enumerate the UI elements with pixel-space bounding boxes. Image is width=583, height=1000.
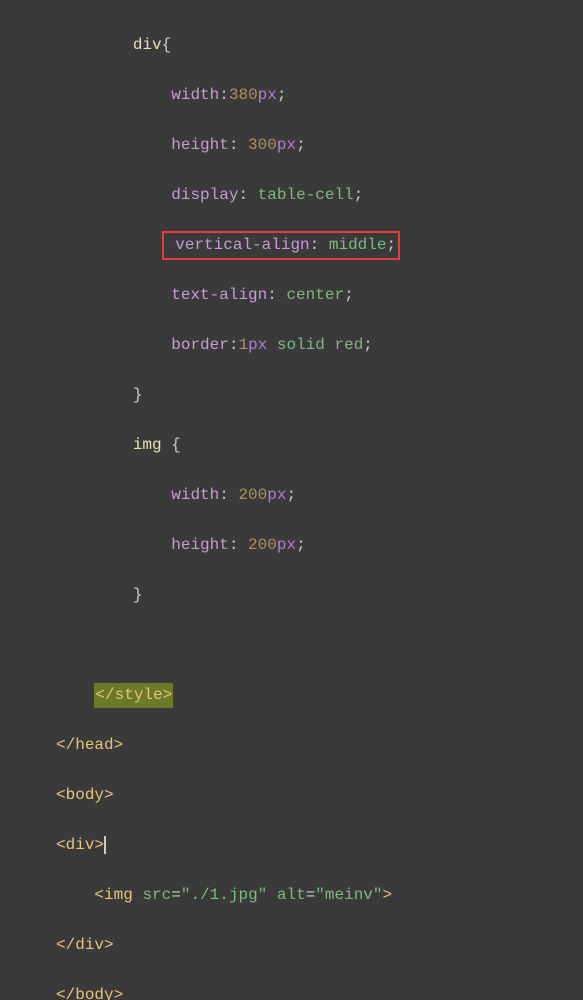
red-highlight-box: vertical-align: middle; [162,231,400,260]
code-editor: div{ width:380px; height: 300px; display… [0,0,583,1000]
code-line: height: 300px; [0,133,583,158]
code-line: </body> [0,983,583,1000]
code-line: </head> [0,733,583,758]
highlighted-line: vertical-align: middle; [0,233,583,258]
green-highlight-box: </style> [94,683,173,708]
selector: div [133,36,162,54]
code-line: <body> [0,783,583,808]
code-line: display: table-cell; [0,183,583,208]
cursor-icon [104,836,106,854]
code-line: width: 200px; [0,483,583,508]
code-line: img { [0,433,583,458]
code-line: </div> [0,933,583,958]
code-line: div{ [0,33,583,58]
code-line: <div> [0,833,583,858]
code-line: border:1px solid red; [0,333,583,358]
code-line [0,633,583,658]
code-line: text-align: center; [0,283,583,308]
code-line: } [0,583,583,608]
code-line: width:380px; [0,83,583,108]
code-line: </style> [0,683,583,708]
code-line: <img src="./1.jpg" alt="meinv"> [0,883,583,908]
code-line: } [0,383,583,408]
code-line: height: 200px; [0,533,583,558]
